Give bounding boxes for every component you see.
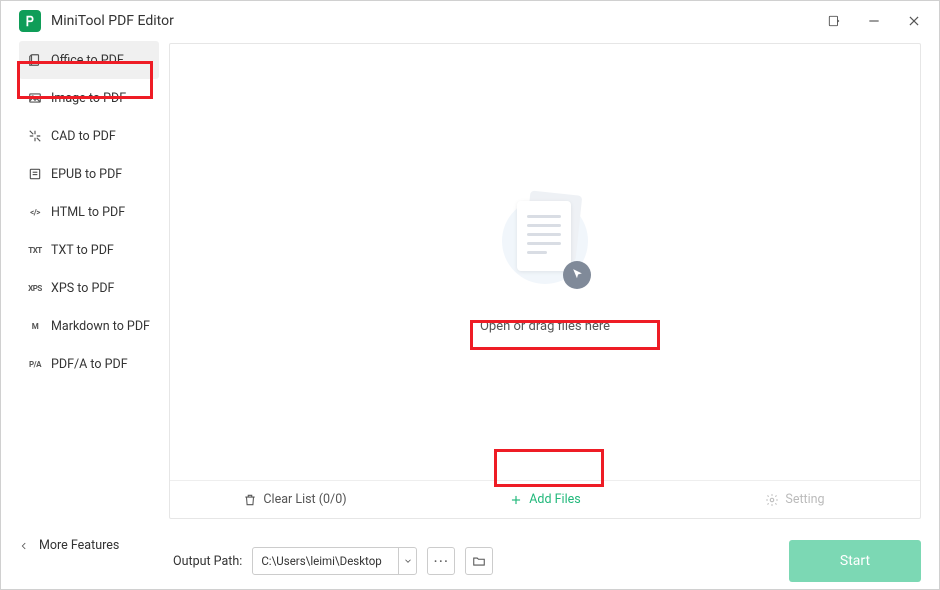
open-folder-button[interactable] [465, 547, 493, 575]
sidebar-item-txt-to-pdf[interactable]: TXT TXT to PDF [19, 231, 159, 269]
output-path-value: C:\Users\leimi\Desktop [253, 554, 398, 568]
sidebar-item-html-to-pdf[interactable]: </> HTML to PDF [19, 193, 159, 231]
sidebar-item-label: Image to PDF [51, 91, 126, 106]
output-path-label: Output Path: [173, 554, 242, 569]
clear-list-label: Clear List (0/0) [263, 492, 346, 507]
plus-icon [509, 493, 523, 507]
clear-list-button[interactable]: Clear List (0/0) [170, 481, 420, 518]
footer: Output Path: C:\Users\leimi\Desktop ··· … [1, 533, 939, 589]
chevron-left-icon [19, 541, 29, 551]
html-icon: </> [27, 204, 43, 220]
sidebar: Office to PDF Image to PDF CAD to PDF EP… [19, 41, 159, 519]
sidebar-item-cad-to-pdf[interactable]: CAD to PDF [19, 117, 159, 155]
app-logo-icon [19, 10, 41, 32]
sidebar-item-office-to-pdf[interactable]: Office to PDF [19, 41, 159, 79]
start-button[interactable]: Start [789, 540, 921, 582]
setting-button[interactable]: Setting [670, 481, 920, 518]
txt-icon: TXT [27, 242, 43, 258]
sidebar-item-label: CAD to PDF [51, 129, 116, 144]
main-panel: Open or drag files here Clear List (0/0)… [169, 43, 921, 519]
sidebar-item-markdown-to-pdf[interactable]: M Markdown to PDF [19, 307, 159, 345]
drop-hint-text: Open or drag files here [480, 319, 610, 334]
ellipsis-icon: ··· [434, 552, 450, 571]
file-drop-illustration-icon [497, 191, 593, 291]
sidebar-item-label: PDF/A to PDF [51, 357, 128, 372]
action-bar: Clear List (0/0) Add Files Setting [170, 480, 920, 518]
cad-icon [27, 128, 43, 144]
image-icon [27, 90, 43, 106]
start-label: Start [840, 553, 870, 569]
minimize-button[interactable] [859, 6, 889, 36]
gear-icon [765, 493, 779, 507]
folder-icon [472, 554, 486, 568]
add-files-label: Add Files [529, 492, 580, 507]
titlebar-action-button[interactable] [819, 6, 849, 36]
add-files-button[interactable]: Add Files [420, 481, 670, 518]
setting-label: Setting [785, 492, 824, 507]
epub-icon [27, 166, 43, 182]
chevron-down-icon [398, 548, 416, 574]
sidebar-item-xps-to-pdf[interactable]: XPS XPS to PDF [19, 269, 159, 307]
sidebar-item-label: TXT to PDF [51, 243, 114, 258]
app-title: MiniTool PDF Editor [51, 13, 174, 29]
browse-path-button[interactable]: ··· [427, 547, 455, 575]
app-window: MiniTool PDF Editor Office to PDF Image … [0, 0, 940, 590]
more-features-label: More Features [39, 538, 119, 553]
sidebar-item-epub-to-pdf[interactable]: EPUB to PDF [19, 155, 159, 193]
more-features-button[interactable]: More Features [19, 538, 119, 553]
drop-zone[interactable]: Open or drag files here [170, 44, 920, 480]
output-path-combo[interactable]: C:\Users\leimi\Desktop [252, 547, 417, 575]
markdown-icon: M [27, 318, 43, 334]
sidebar-item-pdfa-to-pdf[interactable]: P/A PDF/A to PDF [19, 345, 159, 383]
trash-icon [243, 493, 257, 507]
sidebar-item-label: Markdown to PDF [51, 319, 150, 334]
sidebar-item-label: XPS to PDF [51, 281, 114, 296]
sidebar-item-label: EPUB to PDF [51, 167, 122, 182]
sidebar-item-label: Office to PDF [51, 53, 124, 68]
sidebar-item-image-to-pdf[interactable]: Image to PDF [19, 79, 159, 117]
sidebar-item-label: HTML to PDF [51, 205, 125, 220]
close-button[interactable] [899, 6, 929, 36]
office-icon [27, 52, 43, 68]
xps-icon: XPS [27, 280, 43, 296]
pdfa-icon: P/A [27, 356, 43, 372]
titlebar: MiniTool PDF Editor [1, 1, 939, 41]
